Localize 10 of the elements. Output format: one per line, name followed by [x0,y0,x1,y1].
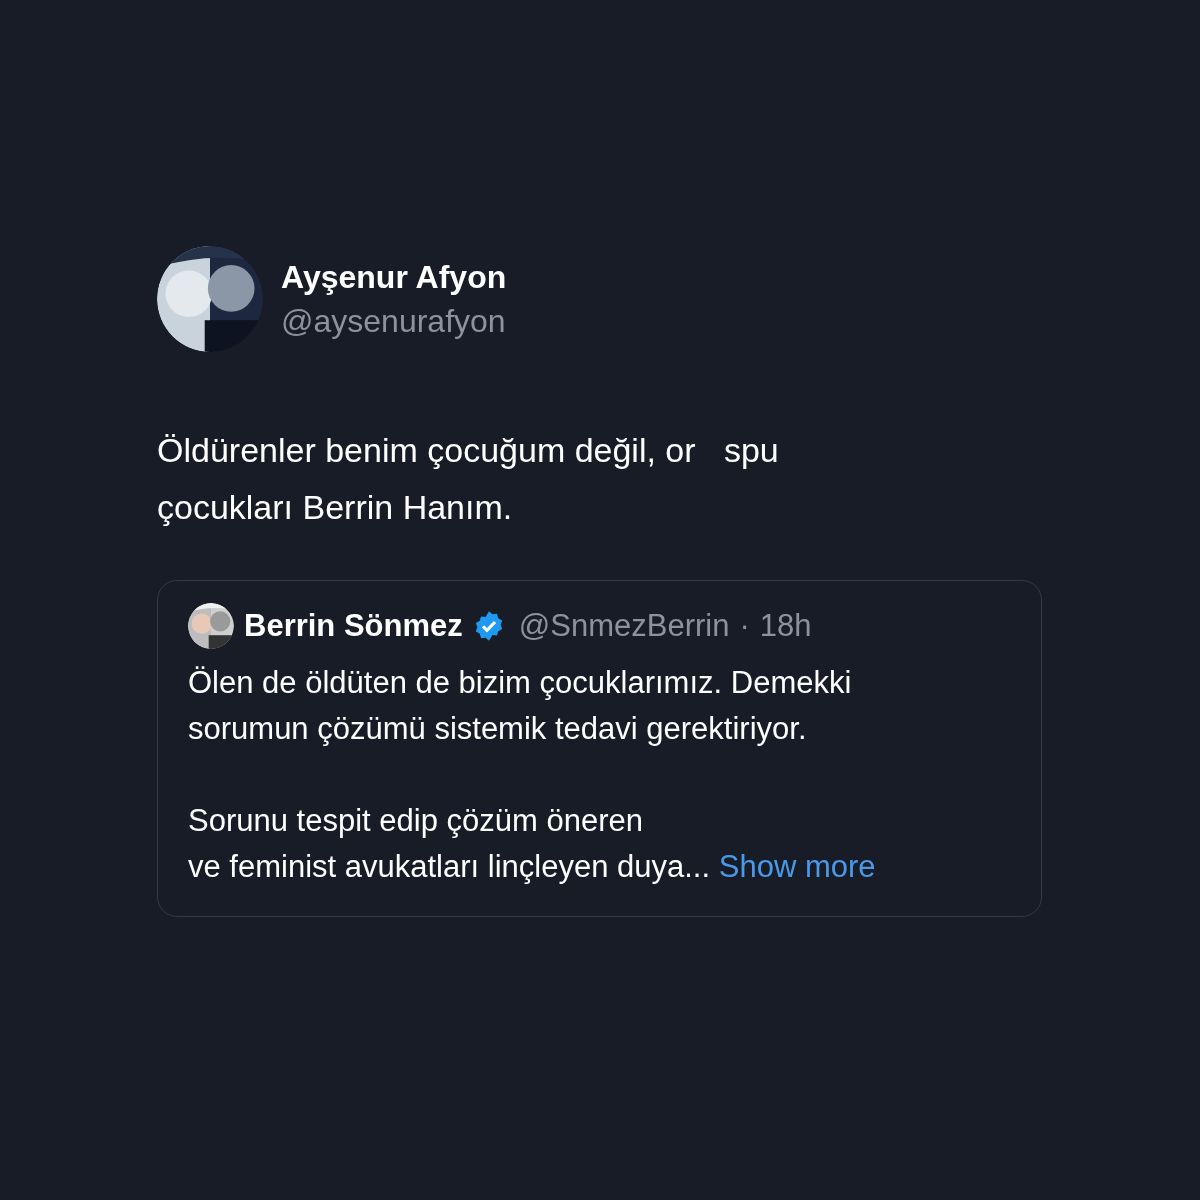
quoted-author-name: Berrin Sönmez [244,607,463,645]
author-name: Ayşenur Afyon [281,258,507,297]
tweet-text: Öldürenler benim çocuğum değil, or spu çocukları Berrin Hanım. [157,430,779,528]
show-more-link[interactable]: Show more [718,848,876,884]
quoted-tweet-text: Ölen de öldüten de bizim çocuklarımız. Demekki sorumun çözümü sistemik tedavi gerektiriyor. [188,663,852,748]
author-handle: @aysenurafyon [281,302,507,341]
tweet-time: 18h [759,607,812,645]
quoted-author-handle: @SnmezBerrin [518,607,730,645]
separator-dot: · [739,607,750,645]
quoted-tweet-text: Sorunu tespit edip çözüm öneren ve feminist avukatları linçleyen duya... Show more [188,801,876,886]
